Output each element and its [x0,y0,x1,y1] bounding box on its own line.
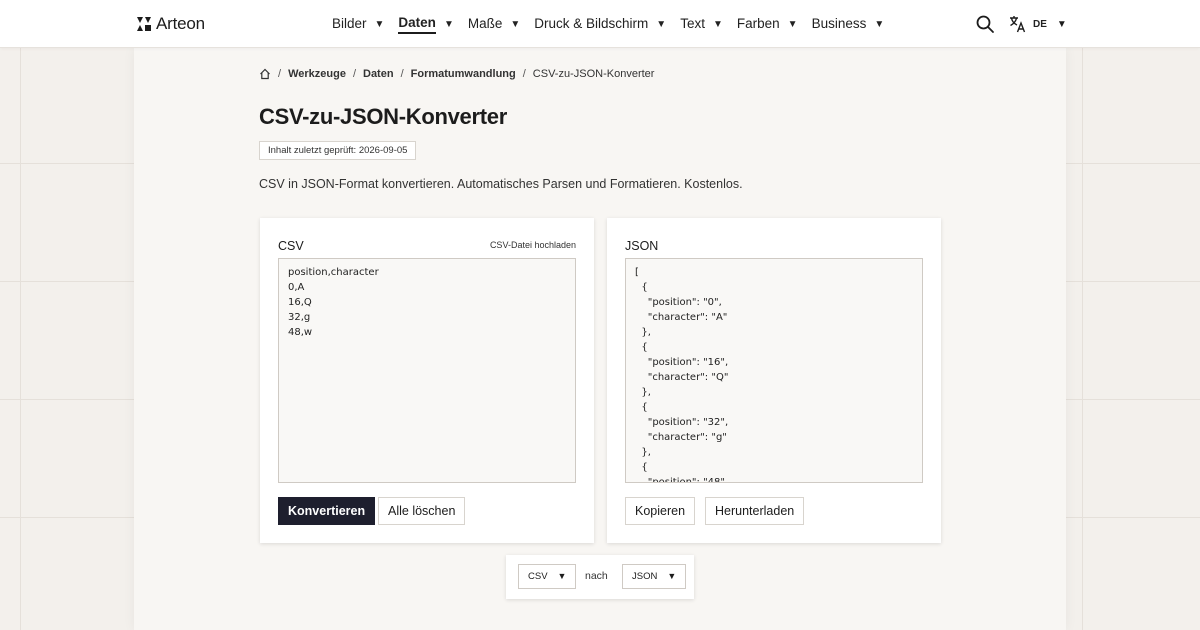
input-panel-title: CSV [278,239,304,253]
format-joiner: nach [585,570,608,582]
caret-down-icon: ▼ [1056,18,1067,30]
nav-item-masse[interactable]: Maße ▼ [468,0,520,48]
convert-button[interactable]: Konvertieren [278,497,376,525]
nav-label: Maße [467,16,503,31]
nav-label: Druck & Bildschirm [534,16,649,31]
main-content: / Werkzeuge / Daten / Formatumwandlung /… [134,48,1066,630]
csv-input-textarea[interactable]: position,character 0,A 16,Q 32,g 48,w [278,258,576,483]
caret-down-icon: ▼ [443,18,454,30]
nav-item-text[interactable]: Text ▼ [680,0,723,48]
nav-item-daten[interactable]: Daten ▼ [398,0,454,48]
source-format-value: CSV [528,571,548,582]
nav-item-bilder[interactable]: Bilder ▼ [332,0,384,48]
nav-item-druck-bildschirm[interactable]: Druck & Bildschirm ▼ [534,0,666,48]
translate-icon [1010,16,1026,33]
page-title: CSV-zu-JSON-Konverter [259,104,507,129]
brand-name: Arteon [156,14,205,33]
caret-down-icon: ▼ [656,18,667,30]
breadcrumb: / Werkzeuge / Daten / Formatumwandlung /… [259,68,654,80]
breadcrumb-separator: / [522,68,526,80]
caret-down-icon: ▼ [712,18,723,30]
breadcrumb-formatumwandlung[interactable]: Formatumwandlung [411,68,516,80]
language-code: DE [1033,18,1047,30]
target-format-select[interactable]: JSON ▼ [622,564,687,589]
caret-down-icon: ▼ [510,18,521,30]
caret-down-icon: ▼ [557,571,567,581]
caret-down-icon: ▼ [374,18,385,30]
clear-all-button[interactable]: Alle löschen [378,497,466,525]
search-icon [976,15,994,33]
nav-label: Business [811,16,867,31]
source-format-select[interactable]: CSV ▼ [518,564,577,589]
json-output-panel: JSON [ { "position": "0", "character": "… [607,218,941,543]
nav-label: Daten [398,15,436,34]
breadcrumb-daten[interactable]: Daten [363,68,394,80]
breadcrumb-separator: / [278,68,282,80]
brand-logo[interactable]: Arteon [136,14,205,34]
json-output-textarea[interactable]: [ { "position": "0", "character": "A" },… [625,258,923,483]
review-date-badge: Inhalt zuletzt geprüft: 2026-09-05 [259,141,417,160]
page-description: CSV in JSON-Format konvertieren. Automat… [259,177,743,191]
caret-down-icon: ▼ [787,18,798,30]
copy-button[interactable]: Kopieren [625,497,696,525]
breadcrumb-werkzeuge[interactable]: Werkzeuge [288,68,346,80]
search-button[interactable] [975,14,995,34]
nav-label: Bilder [332,16,367,31]
format-selector-bar: CSV ▼ nach JSON ▼ [506,555,694,599]
caret-down-icon: ▼ [874,18,885,30]
breadcrumb-separator: / [400,68,404,80]
download-button[interactable]: Herunterladen [705,497,805,525]
nav-item-farben[interactable]: Farben ▼ [737,0,798,48]
nav-label: Text [680,16,705,31]
top-navbar: Arteon Bilder ▼ Daten ▼ Maße ▼ Druck & B… [0,0,1200,48]
main-nav: Bilder ▼ Daten ▼ Maße ▼ Druck & Bildschi… [332,0,898,48]
logo-mark-icon [137,17,151,31]
output-panel-title: JSON [625,239,659,253]
csv-input-panel: CSV CSV-Datei hochladen position,charact… [260,218,594,543]
nav-label: Farben [736,16,780,31]
caret-down-icon: ▼ [667,571,677,581]
target-format-value: JSON [632,571,658,582]
upload-csv-link[interactable]: CSV-Datei hochladen [490,240,576,250]
language-selector[interactable]: DE ▼ [1009,14,1067,34]
breadcrumb-separator: / [352,68,356,80]
breadcrumb-current: CSV-zu-JSON-Konverter [532,68,655,80]
home-icon[interactable] [259,68,271,80]
nav-item-business[interactable]: Business ▼ [812,0,885,48]
